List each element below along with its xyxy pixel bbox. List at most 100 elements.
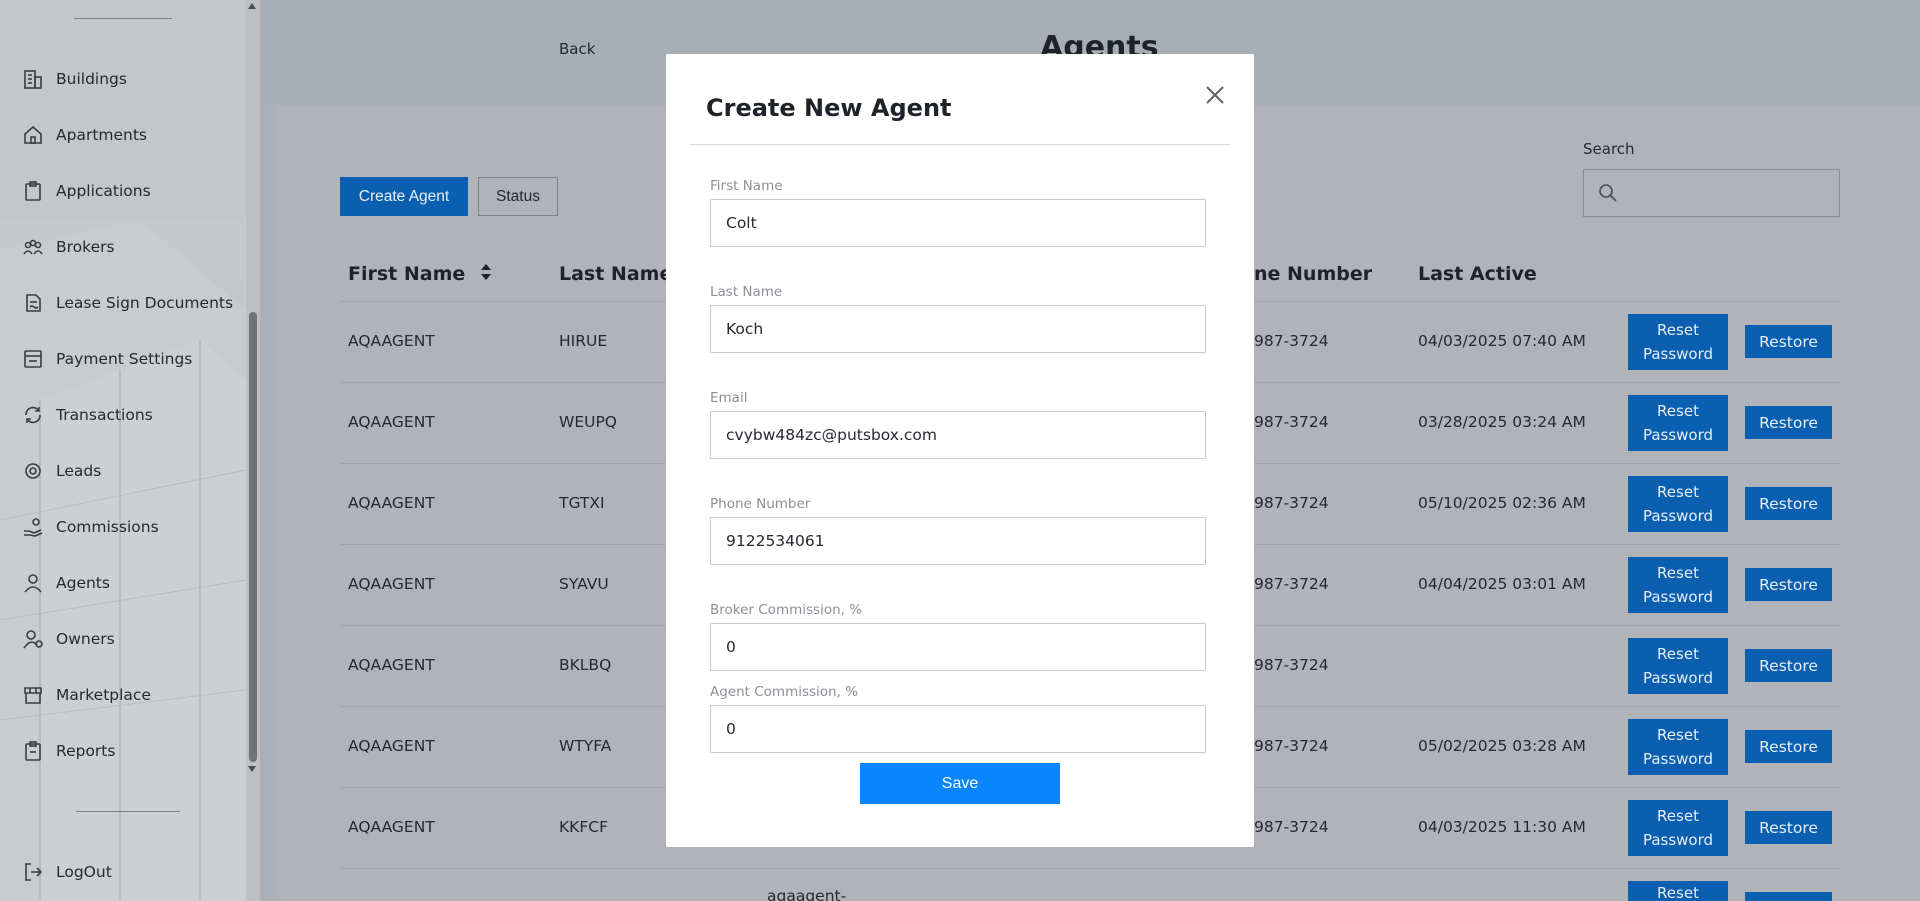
sidebar-item-label: Payment Settings [56, 350, 193, 368]
last-name-field[interactable] [710, 305, 1206, 353]
reset-label-line1: Reset [1657, 645, 1699, 663]
document-sign-icon [22, 292, 44, 314]
first-name-label: First Name [710, 178, 783, 194]
reset-password-button[interactable]: Reset Password [1628, 395, 1728, 451]
sidebar-item-label: Apartments [56, 126, 148, 144]
email-field[interactable] [710, 411, 1206, 459]
cell-first-name: AQAAGENT [348, 413, 435, 431]
cell-last-name: WTYFA [559, 737, 612, 755]
save-button[interactable]: Save [860, 763, 1060, 804]
restore-button[interactable]: Restore [1745, 406, 1832, 439]
sidebar-item-agents[interactable]: Agents [22, 569, 110, 597]
cell-first-name: AQAAGENT [348, 737, 435, 755]
reset-password-button[interactable]: Reset [1628, 881, 1728, 901]
report-icon [22, 740, 44, 762]
sidebar-item-label: Transactions [56, 406, 153, 424]
column-header-last-active[interactable]: Last Active [1418, 263, 1537, 285]
cell-last-active: 05/10/2025 02:36 AM [1418, 494, 1586, 512]
phone-number-field[interactable] [710, 517, 1206, 565]
cell-last-active: 04/04/2025 03:01 AM [1418, 575, 1586, 593]
sidebar-item-reports[interactable]: Reports [22, 737, 115, 765]
sort-icon[interactable] [480, 263, 492, 286]
reset-password-button[interactable]: Reset Password [1628, 800, 1728, 856]
back-link[interactable]: Back [559, 40, 595, 58]
sidebar-building-backdrop [0, 220, 246, 901]
last-name-label: Last Name [710, 284, 783, 300]
restore-button[interactable] [1745, 892, 1832, 901]
cell-phone: 987-3724 [1254, 494, 1329, 512]
sidebar-item-buildings[interactable]: Buildings [22, 65, 127, 93]
cell-last-name: HIRUE [559, 332, 608, 350]
sidebar-item-leads[interactable]: Leads [22, 457, 101, 485]
status-filter-button[interactable]: Status [478, 177, 558, 216]
reset-label-line2: Password [1642, 831, 1714, 849]
cell-phone: 987-3724 [1254, 575, 1329, 593]
cell-last-name: SYAVU [559, 575, 609, 593]
broker-commission-field[interactable] [710, 623, 1206, 671]
cell-last-active: 05/02/2025 03:28 AM [1418, 737, 1586, 755]
close-icon[interactable] [1202, 82, 1228, 108]
sidebar-item-commissions[interactable]: Commissions [22, 513, 159, 541]
first-name-field[interactable] [710, 199, 1206, 247]
reset-label-line1: Reset [1657, 321, 1699, 339]
create-agent-button[interactable]: Create Agent [340, 177, 468, 216]
column-header-last-name[interactable]: Last Name [559, 263, 672, 285]
sidebar-item-marketplace[interactable]: Marketplace [22, 681, 151, 709]
restore-button[interactable]: Restore [1745, 811, 1832, 844]
sidebar-item-apartments[interactable]: Apartments [22, 121, 147, 149]
cell-phone: 987-3724 [1254, 656, 1329, 674]
cell-first-name: AQAAGENT [348, 656, 435, 674]
restore-button[interactable]: Restore [1745, 649, 1832, 682]
restore-button[interactable]: Restore [1745, 730, 1832, 763]
cell-last-active: 04/03/2025 11:30 AM [1418, 818, 1586, 836]
restore-button[interactable]: Restore [1745, 325, 1832, 358]
sidebar-item-transactions[interactable]: Transactions [22, 401, 153, 429]
column-header-phone-number[interactable]: ne Number [1254, 263, 1372, 285]
agent-commission-field[interactable] [710, 705, 1206, 753]
sidebar-divider-bottom [76, 811, 180, 812]
sidebar-item-label: Agents [56, 574, 110, 592]
scroll-up-arrow-icon[interactable] [248, 3, 256, 9]
cell-first-name: AQAAGENT [348, 818, 435, 836]
sidebar-item-label: Buildings [56, 70, 127, 88]
sidebar-item-label: Owners [56, 630, 115, 648]
restore-button[interactable]: Restore [1745, 568, 1832, 601]
logout-button[interactable]: LogOut [22, 858, 112, 886]
reset-password-button[interactable]: Reset Password [1628, 476, 1728, 532]
agent-commission-label: Agent Commission, % [710, 684, 859, 700]
column-header-first-name[interactable]: First Name [348, 263, 492, 286]
sidebar-item-brokers[interactable]: Brokers [22, 233, 115, 261]
leads-icon [22, 460, 44, 482]
sidebar-item-label: Applications [56, 182, 151, 200]
buildings-icon [22, 68, 44, 90]
owner-icon [22, 628, 44, 650]
storefront-icon [22, 684, 44, 706]
clipboard-icon [22, 180, 44, 202]
cell-last-name: TGTXI [559, 494, 605, 512]
row-divider [340, 868, 1840, 869]
reset-password-button[interactable]: Reset Password [1628, 314, 1728, 370]
reset-label-line1: Reset [1657, 564, 1699, 582]
cell-last-name: WEUPQ [559, 413, 618, 431]
sidebar-item-applications[interactable]: Applications [22, 177, 151, 205]
sidebar-item-label: Reports [56, 742, 116, 760]
sidebar-item-lease-sign-documents[interactable]: Lease Sign Documents [22, 289, 233, 317]
sidebar-item-owners[interactable]: Owners [22, 625, 115, 653]
sidebar-item-label: Leads [56, 462, 102, 480]
reset-password-button[interactable]: Reset Password [1628, 557, 1728, 613]
reset-password-button[interactable]: Reset Password [1628, 719, 1728, 775]
scrollbar-thumb[interactable] [249, 312, 257, 762]
cell-email-partial: aqaagent- [767, 887, 847, 901]
reset-label-line2: Password [1642, 345, 1714, 363]
scroll-down-arrow-icon[interactable] [248, 766, 256, 772]
cell-phone: 987-3724 [1254, 413, 1329, 431]
broker-commission-label: Broker Commission, % [710, 602, 863, 618]
search-input[interactable] [1583, 169, 1840, 217]
reset-password-button[interactable]: Reset Password [1628, 638, 1728, 694]
restore-button[interactable]: Restore [1745, 487, 1832, 520]
cell-last-active: 04/03/2025 07:40 AM [1418, 332, 1586, 350]
sidebar-item-payment-settings[interactable]: Payment Settings [22, 345, 192, 373]
payment-settings-icon [22, 348, 44, 370]
reset-label-line2: Password [1642, 750, 1714, 768]
reset-label-line2: Password [1642, 426, 1714, 444]
